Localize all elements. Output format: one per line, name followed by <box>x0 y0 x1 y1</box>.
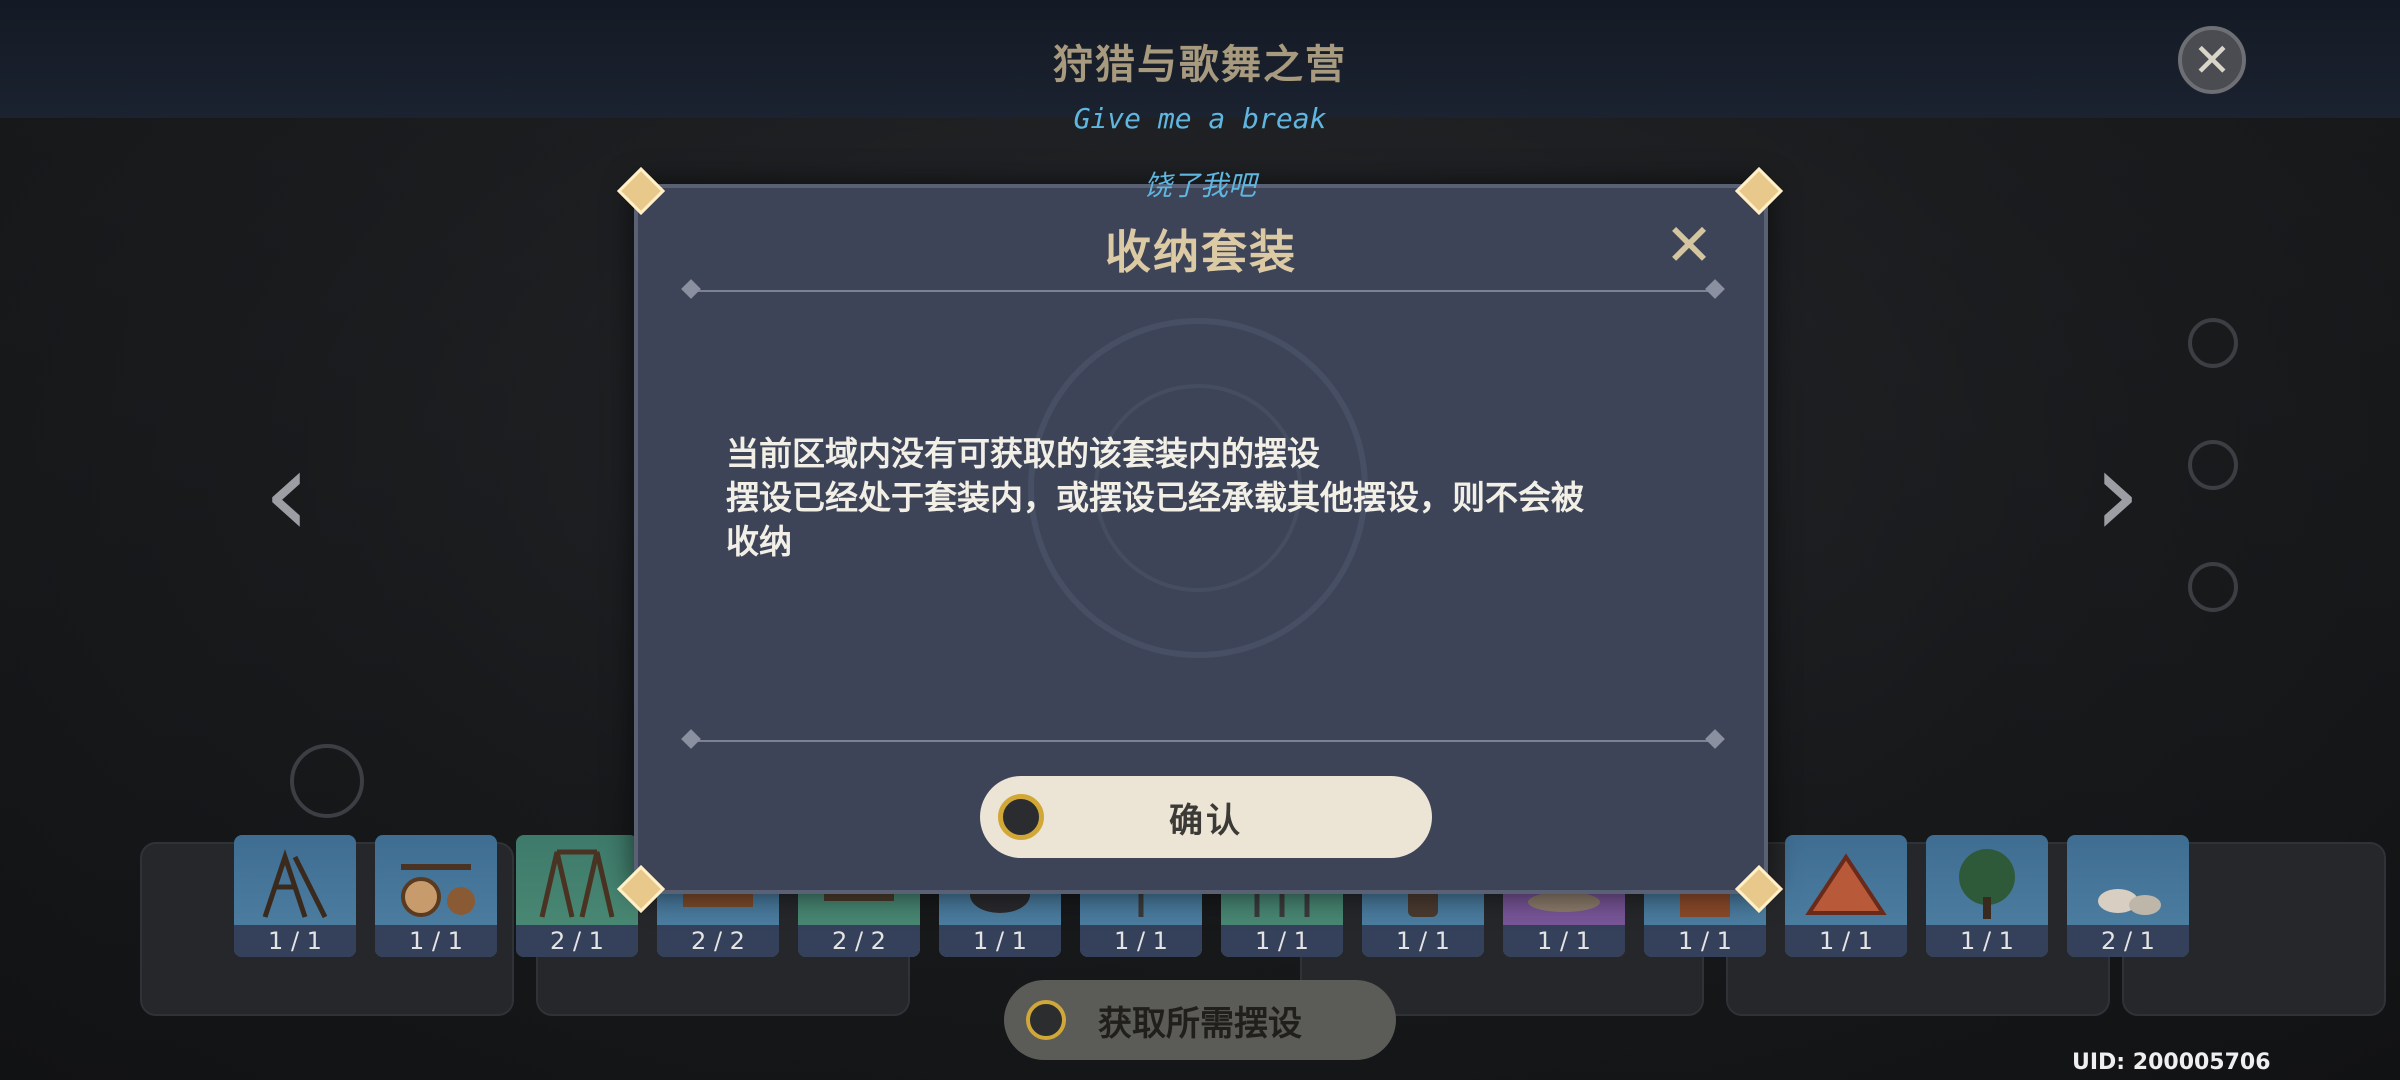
dialog-close-button[interactable]: ✕ <box>1662 216 1716 274</box>
top-divider <box>688 290 1718 292</box>
item-slot[interactable]: 1 / 1 <box>234 835 356 957</box>
message-line: 摆设已经处于套装内，或摆设已经承载其他摆设，则不会被 <box>726 478 1584 517</box>
subtitle-english: Give me a break <box>1073 102 1327 135</box>
subtitle-chinese: 饶了我吧 <box>1143 169 1256 202</box>
close-icon: ✕ <box>1664 211 1714 279</box>
item-slot[interactable]: 1 / 1 <box>1926 835 2048 957</box>
item-count: 1 / 1 <box>1503 925 1625 957</box>
item-count: 2 / 1 <box>2067 925 2189 957</box>
item-slot[interactable]: 1 / 1 <box>1785 835 1907 957</box>
swing-icon <box>539 849 615 918</box>
gamepad-button-icon <box>998 794 1044 840</box>
siege-frame-icon <box>262 849 328 919</box>
dialog-title: 收纳套装 <box>1105 225 1297 279</box>
rocks-icon <box>2098 889 2161 915</box>
dialog-message: 当前区域内没有可获取的该套装内的摆设 摆设已经处于套装内，或摆设已经承载其他摆设… <box>726 432 1656 564</box>
page-title: 狩猎与歌舞之营 <box>1053 42 1347 88</box>
close-icon: ✕ <box>2192 33 2232 87</box>
item-count: 1 / 1 <box>1926 925 2048 957</box>
previous-arrow-icon[interactable]: ‹ <box>232 435 342 555</box>
bottom-divider <box>688 740 1718 742</box>
item-slot[interactable]: 2 / 1 <box>2067 835 2189 957</box>
item-count: 1 / 1 <box>1644 925 1766 957</box>
item-count: 2 / 1 <box>516 925 638 957</box>
item-slot[interactable]: 1 / 1 <box>375 835 497 957</box>
background-icon <box>2188 440 2238 490</box>
tent-icon <box>1805 853 1887 915</box>
store-set-dialog: 收纳套装 ✕ 当前区域内没有可获取的该套装内的摆设 摆设已经处于套装内，或摆设已… <box>634 184 1768 894</box>
item-count: 1 / 1 <box>939 925 1061 957</box>
item-count: 1 / 1 <box>1362 925 1484 957</box>
item-count: 1 / 1 <box>234 925 356 957</box>
item-slot[interactable]: 2 / 1 <box>516 835 638 957</box>
get-required-furnishings-button[interactable]: 获取所需摆设 <box>1004 980 1396 1060</box>
item-count: 1 / 1 <box>1785 925 1907 957</box>
background-icon <box>2188 562 2238 612</box>
background-icon <box>2188 318 2238 368</box>
item-count: 1 / 1 <box>1080 925 1202 957</box>
next-arrow-icon[interactable]: › <box>2062 435 2172 555</box>
confirm-label: 确认 <box>1169 800 1243 841</box>
item-count: 2 / 2 <box>798 925 920 957</box>
item-count: 1 / 1 <box>1221 925 1343 957</box>
background-icon <box>290 744 364 818</box>
close-page-button[interactable]: ✕ <box>2178 26 2246 94</box>
background-card <box>1726 842 2110 1016</box>
message-line: 收纳 <box>726 522 792 561</box>
uid-label: UID: 200005706 <box>2072 1050 2271 1075</box>
confirm-button[interactable]: 确认 <box>980 776 1432 858</box>
get-required-label: 获取所需摆设 <box>1098 1003 1302 1044</box>
message-line: 当前区域内没有可获取的该套装内的摆设 <box>726 434 1320 473</box>
item-count: 1 / 1 <box>375 925 497 957</box>
item-count: 2 / 2 <box>657 925 779 957</box>
tree-icon <box>1959 849 2015 919</box>
wheel-cart-icon <box>401 864 475 917</box>
gamepad-button-icon <box>1026 1000 1066 1040</box>
